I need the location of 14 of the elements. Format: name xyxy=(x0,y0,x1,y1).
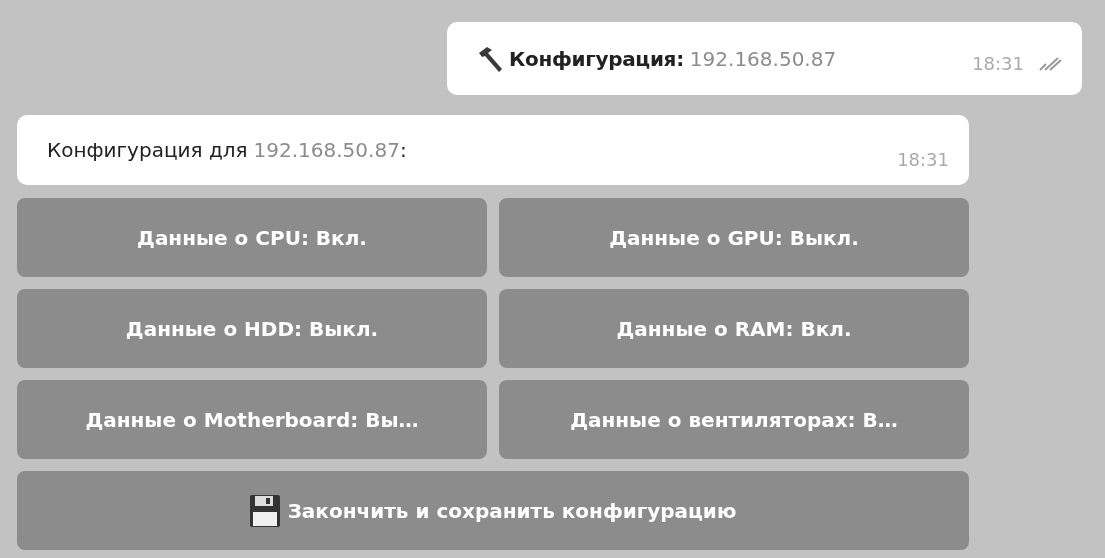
message-label: Конфигурация для xyxy=(47,137,248,164)
message-label: Конфигурация: xyxy=(509,45,684,73)
ip-address: 192.168.50.87 xyxy=(689,45,837,73)
message-time: 18:31 xyxy=(972,52,1024,76)
ip-address: 192.168.50.87 xyxy=(253,137,400,164)
keyboard-button[interactable]: Данные о CPU: Вкл. xyxy=(17,198,487,277)
keyboard-button[interactable]: Данные о GPU: Выкл. xyxy=(499,198,969,277)
keyboard-button[interactable]: Закончить и сохранить конфигурацию xyxy=(17,471,969,550)
keyboard-button[interactable]: Данные о Motherboard: Вы… xyxy=(17,380,487,459)
message-punctuation: : xyxy=(399,137,407,164)
keyboard-button[interactable]: Данные о HDD: Выкл. xyxy=(17,289,487,368)
message-time: 18:31 xyxy=(897,147,949,172)
keyboard-button[interactable]: Данные о вентиляторах: В… xyxy=(499,380,969,459)
keyboard-button[interactable]: Данные о RAM: Вкл. xyxy=(499,289,969,368)
